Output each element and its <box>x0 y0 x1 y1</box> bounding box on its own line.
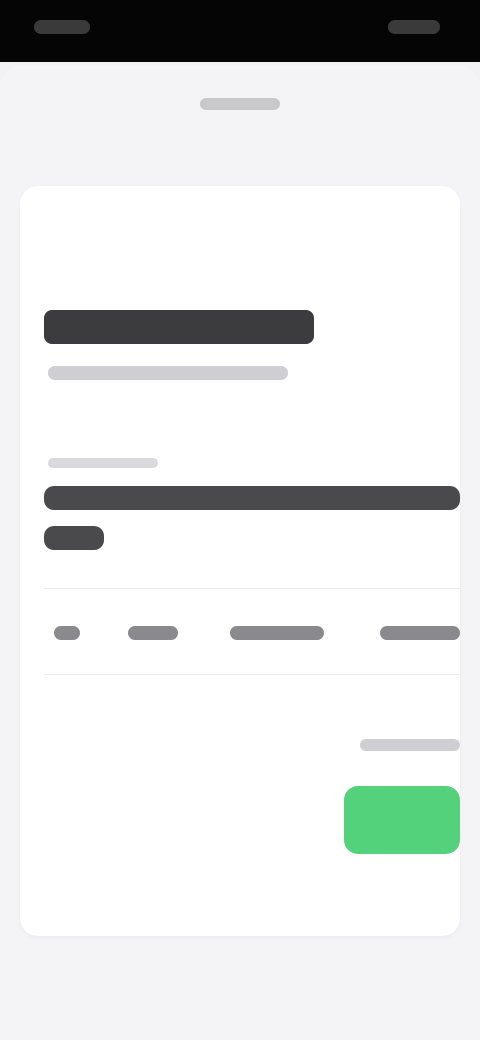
chip[interactable] <box>380 626 460 640</box>
card-title <box>44 310 314 344</box>
modal-sheet <box>0 66 480 1040</box>
status-time <box>34 20 90 34</box>
field-value-line-2 <box>44 526 104 550</box>
status-bar <box>0 0 480 62</box>
field-label <box>48 458 158 468</box>
nav-title <box>200 98 280 110</box>
chip-row <box>44 626 460 640</box>
status-icons <box>388 20 440 34</box>
chip[interactable] <box>230 626 324 640</box>
divider <box>44 674 460 675</box>
card-subtitle <box>48 366 288 380</box>
chip[interactable] <box>54 626 80 640</box>
navigation-bar <box>0 66 480 142</box>
content-card <box>20 186 460 936</box>
divider <box>44 588 460 589</box>
field-value-line-1 <box>44 486 460 510</box>
action-caption <box>360 739 460 751</box>
primary-action-button[interactable] <box>344 786 460 854</box>
chip[interactable] <box>128 626 178 640</box>
back-button[interactable] <box>16 92 88 112</box>
